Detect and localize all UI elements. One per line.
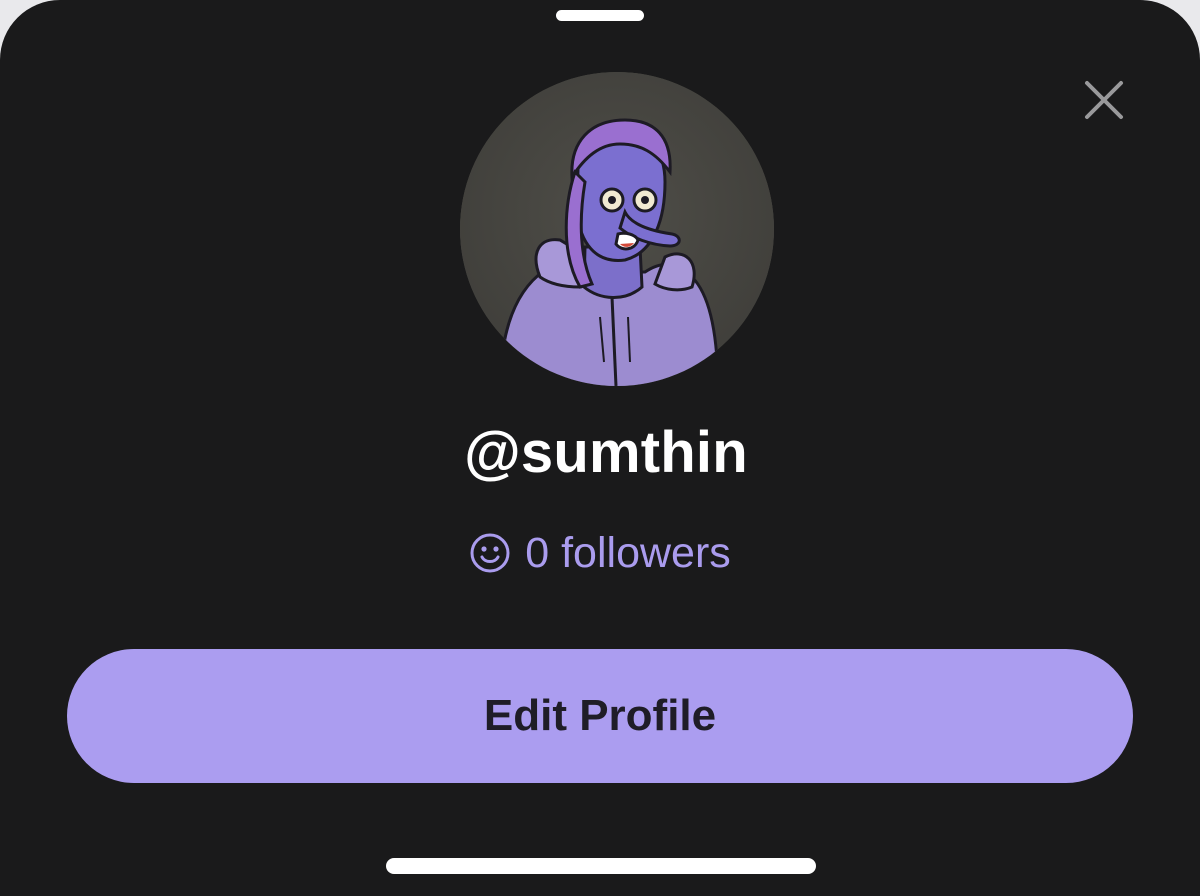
edit-profile-button[interactable]: Edit Profile xyxy=(67,649,1133,783)
followers-label: 0 followers xyxy=(525,529,731,577)
close-icon xyxy=(1085,81,1123,119)
username-handle: @sumthin xyxy=(464,420,748,485)
edit-profile-label: Edit Profile xyxy=(483,691,717,740)
profile-sheet: @sumthin 0 followers Edit Profile xyxy=(0,0,1200,896)
close-button[interactable] xyxy=(1078,74,1130,126)
avatar[interactable] xyxy=(460,72,774,386)
avatar-illustration xyxy=(460,72,774,386)
followers-count[interactable]: 0 followers xyxy=(0,526,1200,580)
smiley-face-icon xyxy=(470,533,510,573)
home-indicator xyxy=(386,858,816,874)
sheet-grabber[interactable] xyxy=(556,10,644,21)
